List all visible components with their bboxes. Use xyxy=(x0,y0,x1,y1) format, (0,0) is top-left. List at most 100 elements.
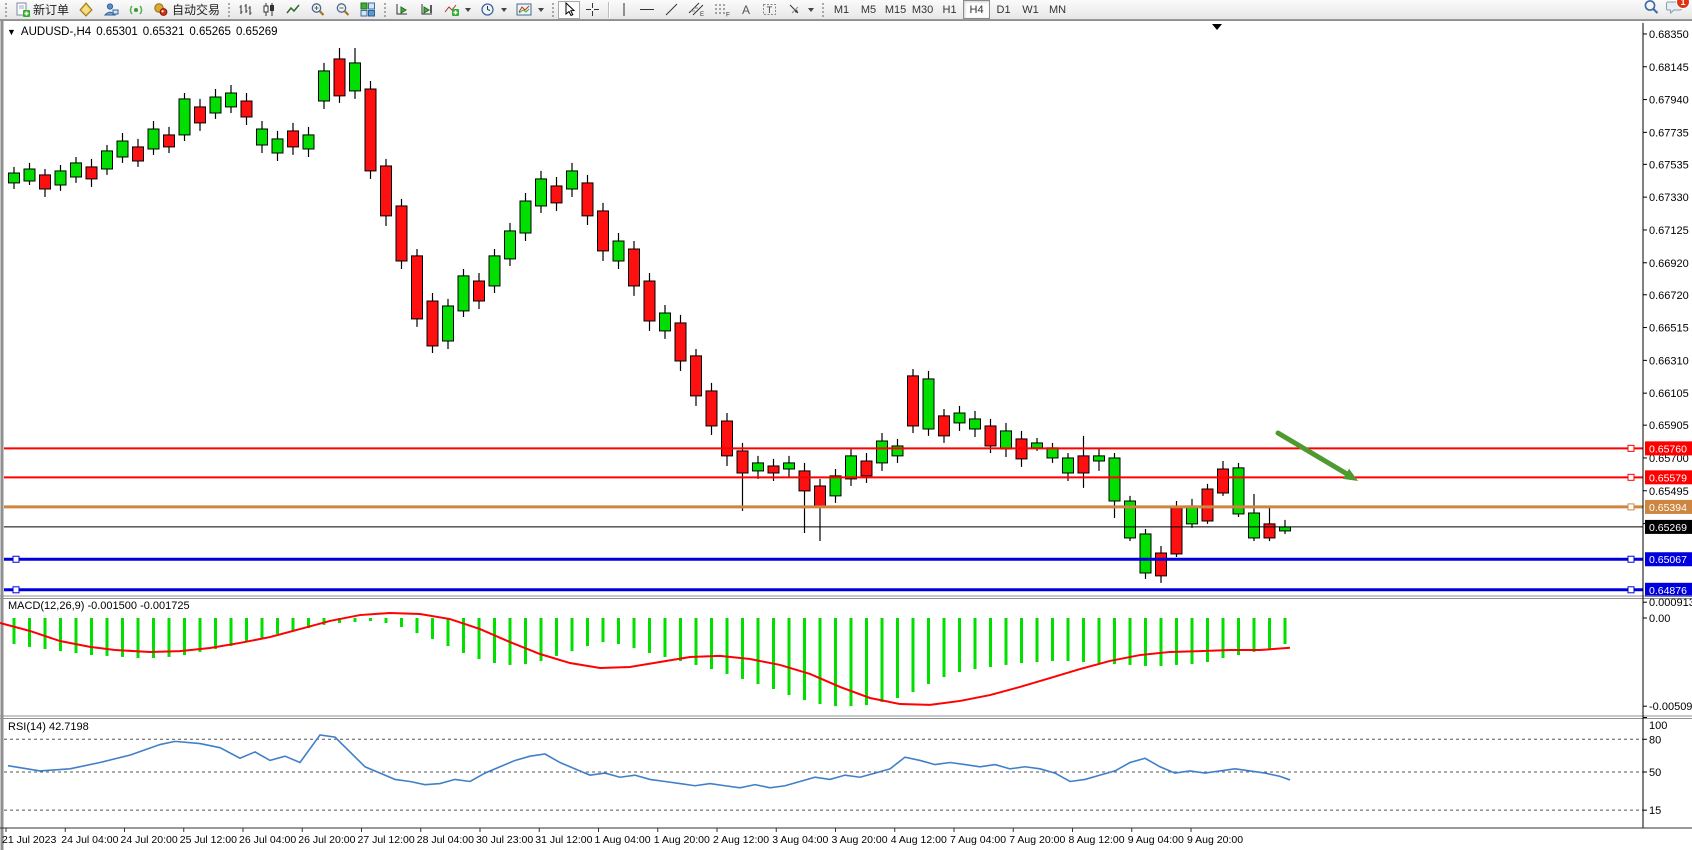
candle-bull xyxy=(257,129,268,145)
crosshair-icon xyxy=(585,2,600,17)
price-tick-label: 0.66920 xyxy=(1649,258,1689,270)
autoscroll-button[interactable] xyxy=(390,1,414,19)
candle-bull xyxy=(71,163,82,177)
candle-bear xyxy=(133,147,144,161)
candle-bull xyxy=(210,97,221,113)
candles-chart-icon xyxy=(262,2,277,17)
new-order-button[interactable]: 新订单 xyxy=(11,1,73,19)
hline-handle[interactable] xyxy=(1628,474,1634,480)
timeframe-MN[interactable]: MN xyxy=(1044,0,1071,19)
autoscroll-icon xyxy=(394,2,410,17)
market-person-icon xyxy=(103,2,119,17)
time-tick-label: 7 Aug 04:00 xyxy=(950,834,1006,846)
template-button[interactable] xyxy=(512,1,548,19)
candle-bull xyxy=(1094,456,1105,461)
timeframe-D1[interactable]: D1 xyxy=(990,0,1017,19)
market-button[interactable] xyxy=(99,1,123,19)
candle-bear xyxy=(629,249,640,286)
tile-windows-button[interactable] xyxy=(356,1,380,19)
fibonacci-button[interactable]: F xyxy=(710,1,735,19)
macd-label: MACD(12,26,9) -0.001500 -0.001725 xyxy=(8,600,190,612)
time-tick-label: 21 Jul 2023 xyxy=(2,834,56,846)
vline-button[interactable] xyxy=(614,1,634,19)
candle-bear xyxy=(334,59,345,96)
autotrade-icon xyxy=(153,2,169,17)
candle-bull xyxy=(536,179,547,206)
candle-bull xyxy=(1280,527,1291,531)
timeframe-H1[interactable]: H1 xyxy=(936,0,963,19)
new-order-icon xyxy=(15,2,30,17)
search-icon[interactable] xyxy=(1643,0,1660,20)
timeframe-W1[interactable]: W1 xyxy=(1017,0,1044,19)
timeframe-M30[interactable]: M30 xyxy=(909,0,936,19)
candles-chart-button[interactable] xyxy=(258,1,281,19)
hline-handle[interactable] xyxy=(13,556,19,562)
toolbar-right-icons: 1 xyxy=(1643,0,1684,20)
price-tick-label: 0.67735 xyxy=(1649,127,1689,139)
candle-bull xyxy=(567,171,578,189)
time-tick-label: 26 Jul 20:00 xyxy=(298,834,355,846)
trendline-button[interactable] xyxy=(660,1,683,19)
candle-bull xyxy=(55,171,66,185)
candle-bear xyxy=(396,206,407,261)
toolbar-grip xyxy=(5,3,7,17)
chart-window[interactable]: ▼ AUDUSD-,H4 0.65301 0.65321 0.65265 0.6… xyxy=(0,20,1692,849)
candle-bull xyxy=(954,413,965,423)
period-button[interactable] xyxy=(476,1,511,19)
hline-price-label: 0.65394 xyxy=(1649,502,1687,514)
crosshair-button[interactable] xyxy=(581,1,604,19)
hline-button[interactable] xyxy=(635,1,659,19)
text-icon: A xyxy=(740,2,753,17)
candle-bear xyxy=(582,183,593,216)
text-button[interactable]: A xyxy=(736,1,757,19)
trendline-icon xyxy=(664,2,679,17)
hline-handle[interactable] xyxy=(1628,445,1634,451)
chart-canvas[interactable]: 0.683500.681450.679400.677350.675350.673… xyxy=(0,21,1692,850)
auto-trading-button[interactable]: 自动交易 xyxy=(149,1,224,19)
signal-icon xyxy=(128,2,144,17)
timeframe-H4[interactable]: H4 xyxy=(963,0,990,19)
timeframe-M5[interactable]: M5 xyxy=(855,0,882,19)
time-tick-label: 3 Aug 04:00 xyxy=(772,834,828,846)
candle-bear xyxy=(1156,553,1167,576)
candle-bear xyxy=(86,167,97,179)
toolbar-grip xyxy=(822,3,824,17)
label-button[interactable]: T xyxy=(758,1,782,19)
price-tick-label: 0.65495 xyxy=(1649,486,1689,498)
shapes-caret-icon xyxy=(808,8,814,12)
chart-shift-button[interactable] xyxy=(415,1,439,19)
hline-price-label: 0.65269 xyxy=(1649,522,1687,534)
shapes-button[interactable] xyxy=(783,1,818,19)
hline-price-label: 0.65067 xyxy=(1649,554,1687,566)
line-chart-button[interactable] xyxy=(282,1,305,19)
candle-bull xyxy=(660,313,671,331)
candle-bull xyxy=(1047,448,1058,458)
hline-handle[interactable] xyxy=(1628,587,1634,593)
cursor-button[interactable] xyxy=(558,1,580,19)
channel-button[interactable]: E xyxy=(684,1,709,19)
candle-bear xyxy=(381,166,392,216)
one-click-arrow-icon[interactable]: ▼ xyxy=(7,28,16,37)
hline-handle[interactable] xyxy=(1628,504,1634,510)
candle-bear xyxy=(427,301,438,346)
zoom-in-button[interactable] xyxy=(306,1,330,19)
hline-handle[interactable] xyxy=(13,587,19,593)
candle-bull xyxy=(179,99,190,135)
timeframe-M1[interactable]: M1 xyxy=(828,0,855,19)
time-tick-label: 8 Aug 12:00 xyxy=(1069,834,1125,846)
chat-icon[interactable]: 1 xyxy=(1666,0,1684,20)
candle-bear xyxy=(195,107,206,123)
candle-bear xyxy=(722,421,733,456)
metaeditor-button[interactable] xyxy=(74,1,98,19)
add-indicator-button[interactable] xyxy=(440,1,475,19)
candle-bull xyxy=(613,241,624,261)
price-tick-label: 0.67125 xyxy=(1649,225,1689,237)
candle-bear xyxy=(1078,456,1089,473)
candle-bear xyxy=(598,211,609,251)
zoom-out-button[interactable] xyxy=(331,1,355,19)
timeframe-M15[interactable]: M15 xyxy=(882,0,909,19)
signals-button[interactable] xyxy=(124,1,148,19)
candle-bull xyxy=(117,141,128,157)
bars-chart-button[interactable] xyxy=(234,1,257,19)
hline-handle[interactable] xyxy=(1628,556,1634,562)
